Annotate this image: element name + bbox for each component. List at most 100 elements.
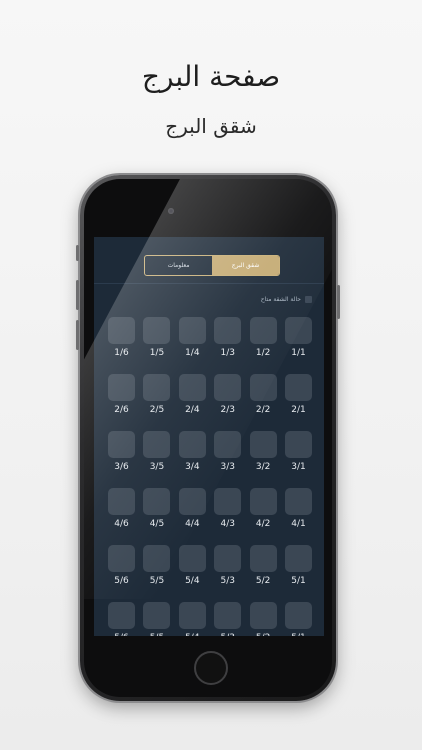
apartment-label: 2/1	[291, 405, 306, 415]
tab-tower-apartments[interactable]: شقق البرج	[212, 256, 279, 275]
apartment-tile[interactable]	[143, 431, 171, 458]
apartment-tile[interactable]	[178, 431, 206, 458]
apartment-tile[interactable]	[214, 488, 242, 515]
apartment-tile[interactable]	[143, 488, 171, 515]
apartment-unit[interactable]: 2/1	[285, 374, 312, 416]
apartment-unit[interactable]: 2/5	[143, 374, 171, 416]
apartment-label: 3/5	[149, 462, 165, 472]
apartment-unit[interactable]: 5/3	[214, 602, 242, 636]
volume-up-button	[76, 280, 79, 310]
apartment-unit[interactable]: 3/4	[178, 431, 206, 473]
apartment-unit[interactable]: 5/1	[285, 545, 312, 587]
apartment-unit[interactable]: 2/4	[178, 374, 206, 416]
power-button	[337, 285, 340, 319]
apartment-label: 1/1	[291, 348, 306, 358]
apartment-label: 3/4	[185, 462, 200, 472]
apartment-unit[interactable]: 5/6	[108, 602, 136, 636]
apartment-tile[interactable]	[108, 431, 136, 458]
home-button[interactable]	[194, 651, 228, 685]
apartment-unit[interactable]: 3/5	[143, 431, 171, 473]
apartment-tile[interactable]	[285, 317, 312, 344]
status-checkbox[interactable]	[305, 296, 312, 303]
apartment-unit[interactable]: 4/1	[285, 488, 312, 530]
apartment-tile[interactable]	[143, 317, 171, 344]
apartment-tile[interactable]	[143, 602, 171, 629]
apartment-unit[interactable]: 1/1	[285, 317, 312, 359]
status-label: حالة الشقة متاح	[260, 296, 301, 303]
apartment-row: 4/1 4/2 4/3 4/4 4/5 4/6	[94, 488, 324, 530]
apartment-tile[interactable]	[249, 602, 277, 629]
apartment-tile[interactable]	[249, 431, 277, 458]
volume-down-button	[76, 320, 79, 350]
apartment-tile[interactable]	[249, 545, 277, 572]
apartment-unit[interactable]: 4/3	[214, 488, 242, 530]
apartment-unit[interactable]: 5/2	[249, 602, 277, 636]
apartment-tile[interactable]	[143, 545, 171, 572]
apartment-tile[interactable]	[214, 545, 242, 572]
apartment-tile[interactable]	[178, 488, 206, 515]
status-filter[interactable]: حالة الشقة متاح	[261, 296, 312, 303]
apartment-tile[interactable]	[214, 431, 242, 458]
apartment-unit[interactable]: 4/6	[108, 488, 136, 530]
apartment-tile[interactable]	[178, 317, 206, 344]
apartment-tile[interactable]	[214, 374, 242, 401]
apartment-tile[interactable]	[285, 374, 312, 401]
apartment-unit[interactable]: 3/6	[108, 431, 136, 473]
apartment-unit[interactable]: 2/2	[249, 374, 277, 416]
apartment-unit[interactable]: 5/3	[214, 545, 242, 587]
apartment-tile[interactable]	[214, 602, 242, 629]
apartment-unit[interactable]: 5/1	[285, 602, 312, 636]
apartment-label: 1/5	[149, 348, 165, 358]
apartment-unit[interactable]: 1/6	[108, 317, 136, 359]
apartment-tile[interactable]	[108, 317, 136, 344]
apartment-tile[interactable]	[143, 374, 171, 401]
apartment-label: 5/5	[150, 633, 164, 636]
apartment-label: 5/1	[291, 633, 305, 636]
apartment-tile[interactable]	[178, 374, 206, 401]
apartment-row: 5/1 5/2 5/3 5/4 5/5 5/6	[94, 545, 324, 587]
apartment-tile[interactable]	[108, 488, 136, 515]
apartment-unit[interactable]: 1/4	[178, 317, 206, 359]
apartment-unit[interactable]: 1/3	[214, 317, 242, 359]
apartment-unit[interactable]: 4/4	[178, 488, 206, 530]
apartment-tile[interactable]	[108, 374, 136, 401]
apartment-unit[interactable]: 5/6	[108, 545, 136, 587]
apartment-unit[interactable]: 5/5	[143, 602, 171, 636]
apartment-tile[interactable]	[285, 488, 312, 515]
apartment-label: 1/6	[114, 348, 129, 358]
apartment-tile[interactable]	[285, 602, 312, 629]
apartment-unit[interactable]: 2/3	[214, 374, 242, 416]
tab-info[interactable]: معلومات	[145, 256, 212, 275]
apartment-label: 5/3	[220, 633, 234, 636]
apartment-unit[interactable]: 5/5	[143, 545, 171, 587]
apartment-label: 4/1	[291, 519, 306, 529]
phone-bezel: شقق البرج معلومات حالة الشقة متاح 1/1 1/2…	[84, 179, 332, 697]
apartment-label: 5/2	[256, 633, 270, 636]
apartment-label: 3/2	[255, 462, 271, 472]
apartment-row: 5/1 5/2 5/3 5/4 5/5 5/6	[94, 602, 324, 636]
apartment-label: 5/6	[114, 576, 129, 586]
apartment-tile[interactable]	[285, 431, 312, 458]
apartment-tile[interactable]	[108, 602, 136, 629]
apartment-unit[interactable]: 2/6	[108, 374, 136, 416]
apartment-unit[interactable]: 3/2	[249, 431, 277, 473]
apartment-tile[interactable]	[108, 545, 136, 572]
apartment-row: 2/1 2/2 2/3 2/4 2/5 2/6	[94, 374, 324, 416]
apartment-tile[interactable]	[285, 545, 312, 572]
apartment-tile[interactable]	[249, 317, 277, 344]
apartment-unit[interactable]: 5/4	[178, 602, 206, 636]
apartment-tile[interactable]	[249, 374, 277, 401]
apartment-unit[interactable]: 1/2	[249, 317, 277, 359]
apartment-unit[interactable]: 3/1	[285, 431, 312, 473]
apartment-unit[interactable]: 4/5	[143, 488, 171, 530]
apartment-tile[interactable]	[214, 317, 242, 344]
apartment-unit[interactable]: 1/5	[143, 317, 171, 359]
apartment-tile[interactable]	[178, 602, 206, 629]
apartment-unit[interactable]: 5/4	[178, 545, 206, 587]
apartment-unit[interactable]: 3/3	[214, 431, 242, 473]
apartment-unit[interactable]: 5/2	[249, 545, 277, 587]
apartment-unit[interactable]: 4/2	[249, 488, 277, 530]
apartment-tile[interactable]	[249, 488, 277, 515]
apartment-tile[interactable]	[178, 545, 206, 572]
apartment-label: 1/2	[255, 348, 271, 358]
